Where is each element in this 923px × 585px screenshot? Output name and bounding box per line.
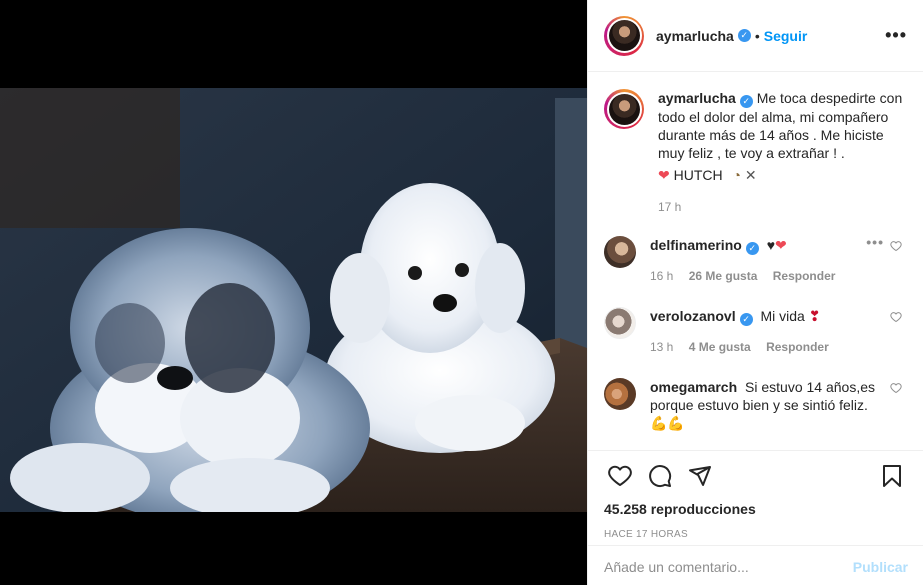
verified-icon: ✓	[745, 242, 759, 255]
caption-username[interactable]: aymarlucha	[658, 90, 736, 106]
comments-list[interactable]: aymarlucha ✓ Me toca despedirte con todo …	[588, 73, 923, 450]
verified-icon: ✓	[737, 29, 751, 42]
author-username[interactable]: aymarlucha	[656, 28, 734, 44]
commenter-username[interactable]: delfinamerino	[650, 237, 742, 253]
commenter-username[interactable]: verolozanovl	[650, 308, 736, 324]
post-sidebar: aymarlucha ✓ • Seguir ••• aymarlucha ✓ Me…	[587, 0, 923, 585]
reply-button[interactable]: Responder	[773, 269, 836, 283]
post-media[interactable]	[0, 0, 587, 585]
post-caption: aymarlucha ✓ Me toca despedirte con todo …	[604, 89, 908, 184]
post-actions: 45.258 reproducciones HACE 17 HORAS Publ…	[588, 450, 923, 575]
separator-dot: •	[754, 27, 760, 44]
comment-time[interactable]: 16 h	[650, 269, 673, 283]
comment-likes[interactable]: 4 Me gusta	[689, 340, 751, 354]
verified-icon: ✓	[739, 95, 753, 108]
caption-signoff: HUTCH	[673, 167, 723, 183]
reply-button[interactable]: Responder	[766, 340, 829, 354]
commenter-avatar[interactable]	[604, 378, 636, 410]
more-icon[interactable]: •••	[885, 25, 907, 46]
heart-emoji-icon: ❣	[808, 308, 821, 324]
comment-input[interactable]	[604, 558, 853, 575]
comment-time[interactable]: 13 h	[650, 340, 673, 354]
comment-text: Mi vida	[760, 308, 805, 324]
heart-icon[interactable]	[600, 456, 640, 496]
dog-emoji-icon: ◔	[732, 167, 741, 183]
comment-icon[interactable]	[640, 456, 680, 496]
view-count[interactable]: 45.258 reproducciones	[588, 501, 923, 517]
post-timestamp[interactable]: HACE 17 HORAS	[588, 529, 923, 540]
share-icon[interactable]	[680, 456, 720, 496]
caption-time: 17 h	[658, 200, 682, 214]
comment-like-icon[interactable]	[890, 382, 902, 394]
comment-like-icon[interactable]	[890, 240, 902, 252]
comment-likes[interactable]: 26 Me gusta	[689, 269, 758, 283]
verified-icon: ✓	[739, 313, 753, 326]
post-header: aymarlucha ✓ • Seguir •••	[588, 0, 923, 72]
comment-item: verolozanovl ✓ Mi vida ❣ 13 h 4 Me gusta …	[604, 307, 908, 356]
commenter-avatar[interactable]	[604, 307, 636, 339]
comment-item: omegamarch Si estuvo 14 años,es porque e…	[604, 378, 908, 432]
comment-more-icon[interactable]: •••	[866, 234, 884, 250]
add-comment-bar: Publicar	[588, 545, 923, 585]
heart-emoji-icon: ❤	[658, 167, 670, 183]
commenter-username[interactable]: omegamarch	[650, 379, 737, 395]
author-avatar[interactable]	[604, 15, 644, 56]
comment-like-icon[interactable]	[890, 311, 902, 323]
caption-avatar[interactable]	[604, 89, 644, 129]
bookmark-icon[interactable]	[872, 456, 912, 496]
comment-item: delfinamerino ✓ ♥❤ 16 h 26 Me gusta Respo…	[604, 234, 908, 285]
post-video[interactable]	[0, 88, 587, 512]
bone-emoji-icon: ✕	[744, 167, 757, 183]
flexed-biceps-emoji-icon: 💪💪	[650, 415, 685, 431]
follow-button[interactable]: Seguir	[764, 28, 808, 44]
comment-emoji: ♥❤	[766, 237, 787, 253]
publish-button[interactable]: Publicar	[853, 559, 908, 575]
commenter-avatar[interactable]	[604, 236, 636, 268]
